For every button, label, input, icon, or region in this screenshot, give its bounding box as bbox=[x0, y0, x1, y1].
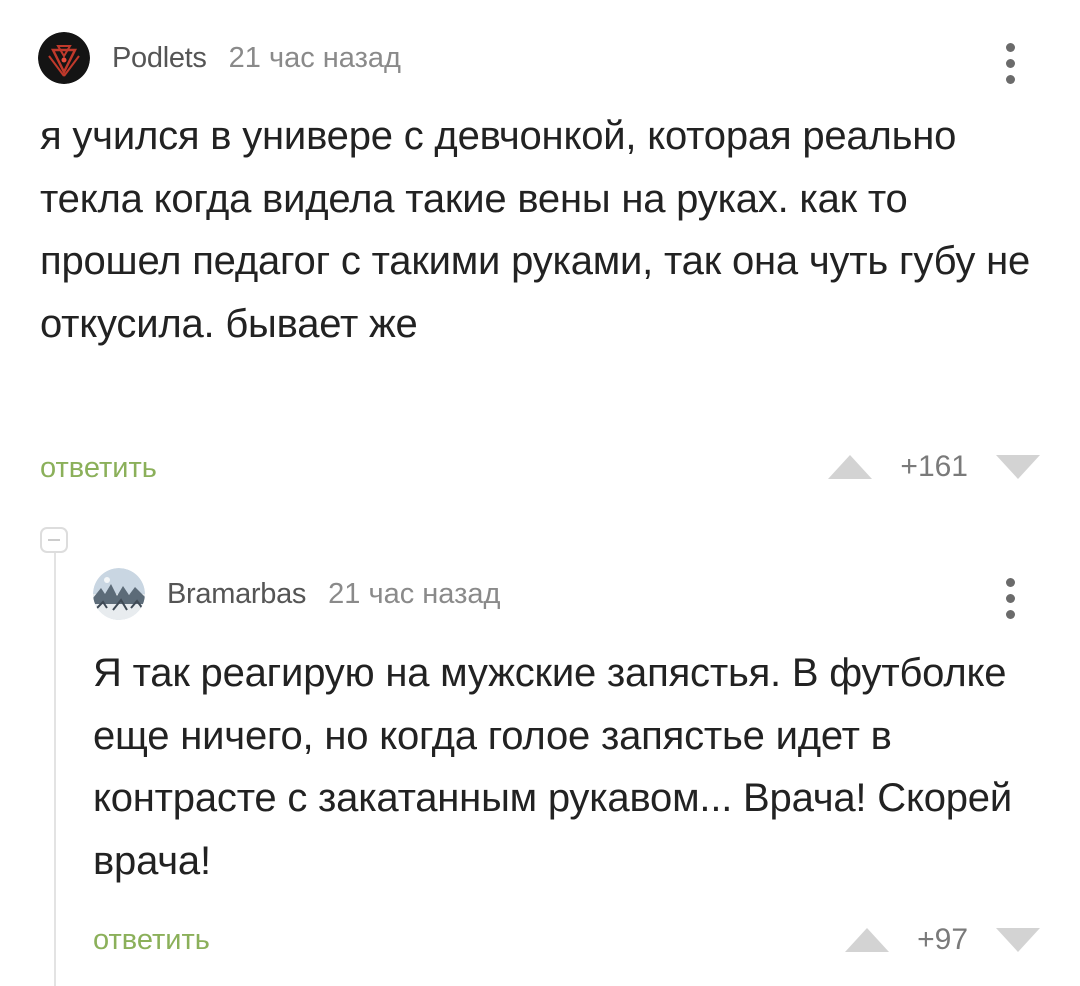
collapse-thread-icon[interactable] bbox=[40, 527, 68, 553]
downvote-icon[interactable] bbox=[994, 453, 1042, 481]
more-options-icon[interactable] bbox=[1000, 574, 1020, 622]
comment-header: Podlets 21 час назад bbox=[38, 32, 401, 84]
username[interactable]: Podlets bbox=[112, 42, 207, 75]
thread-line[interactable] bbox=[54, 540, 56, 986]
timestamp: 21 час назад bbox=[328, 577, 501, 610]
upvote-icon[interactable] bbox=[843, 926, 891, 954]
upvote-icon[interactable] bbox=[826, 453, 874, 481]
downvote-icon[interactable] bbox=[994, 926, 1042, 954]
timestamp: 21 час назад bbox=[228, 41, 401, 74]
comment-text: я учился в универе с девчонкой, которая … bbox=[40, 114, 1031, 346]
reply-button[interactable]: ответить bbox=[93, 924, 210, 957]
reply-button[interactable]: ответить bbox=[40, 452, 157, 485]
comment-header: Bramarbas 21 час назад bbox=[93, 568, 500, 620]
avatar-podlets[interactable] bbox=[38, 32, 90, 84]
more-options-icon[interactable] bbox=[1000, 39, 1020, 87]
score: +97 bbox=[917, 923, 968, 956]
vote-controls: +161 bbox=[826, 450, 1042, 484]
comment-text: Я так реагирую на мужские запястья. В фу… bbox=[93, 651, 1012, 883]
score: +161 bbox=[900, 450, 968, 483]
vote-controls: +97 bbox=[843, 923, 1042, 957]
username[interactable]: Bramarbas bbox=[167, 578, 306, 611]
avatar-bramarbas[interactable] bbox=[93, 568, 145, 620]
